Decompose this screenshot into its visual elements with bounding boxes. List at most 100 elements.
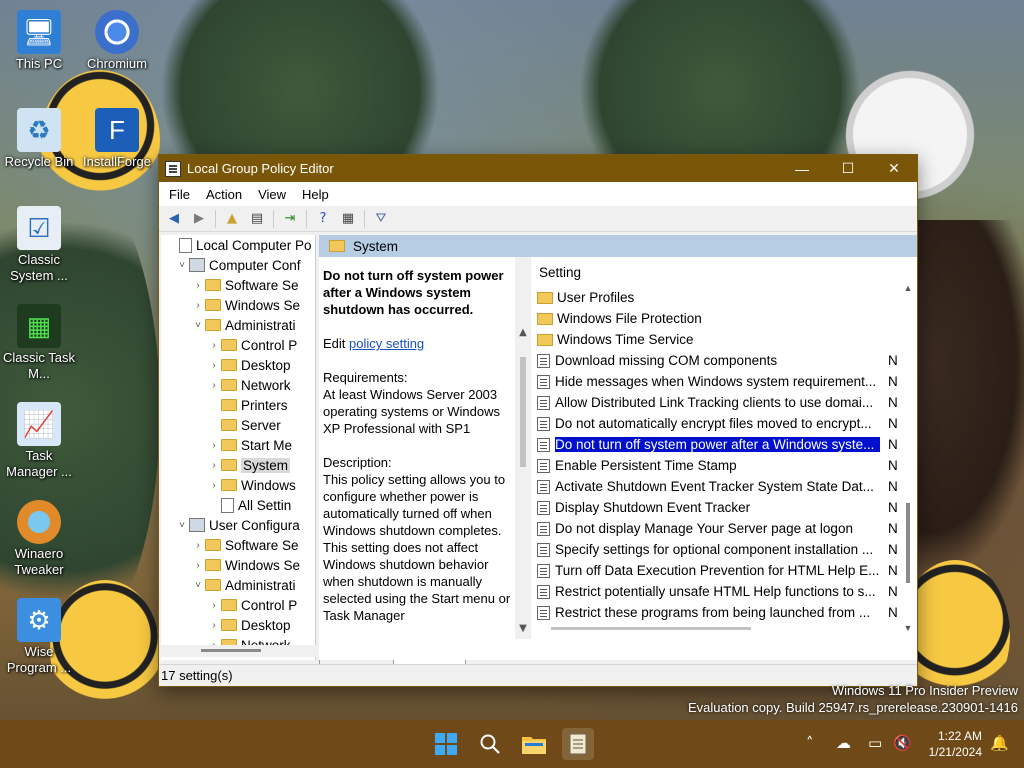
- tree-node[interactable]: ˅ Administrati: [161, 575, 315, 595]
- chevron-right-icon[interactable]: ›: [191, 280, 205, 291]
- chevron-right-icon[interactable]: ›: [207, 380, 221, 391]
- edit-policy-link[interactable]: policy setting: [349, 336, 424, 351]
- list-item[interactable]: Do not turn off system power after a Win…: [535, 434, 917, 455]
- list-item[interactable]: Activate Shutdown Event Tracker System S…: [535, 476, 917, 497]
- chevron-up-icon[interactable]: ˄: [806, 734, 814, 752]
- tree-node[interactable]: › Windows: [161, 475, 315, 495]
- list-horizontal-scrollbar[interactable]: [551, 627, 751, 630]
- list-item[interactable]: Download missing COM components N: [535, 350, 917, 371]
- chevron-right-icon[interactable]: ›: [191, 560, 205, 571]
- properties-icon[interactable]: ▦: [337, 209, 359, 229]
- list-item[interactable]: Windows File Protection: [535, 308, 917, 329]
- scrollbar-thumb[interactable]: [201, 649, 261, 652]
- list-item[interactable]: Restrict these programs from being launc…: [535, 602, 917, 623]
- tree-node[interactable]: › Desktop: [161, 355, 315, 375]
- close-button[interactable]: ✕: [871, 155, 917, 182]
- list-item[interactable]: Allow Distributed Link Tracking clients …: [535, 392, 917, 413]
- minimize-button[interactable]: —: [779, 155, 825, 182]
- tree-node[interactable]: › Control P: [161, 595, 315, 615]
- chevron-down-icon[interactable]: ˅: [175, 260, 189, 271]
- list-item[interactable]: Turn off Data Execution Prevention for H…: [535, 560, 917, 581]
- list-item[interactable]: Windows Time Service: [535, 329, 917, 350]
- menu-action[interactable]: Action: [198, 187, 250, 202]
- description-scrollbar[interactable]: ▲ ▼: [515, 257, 531, 639]
- chevron-right-icon[interactable]: ›: [191, 300, 205, 311]
- back-arrow-icon[interactable]: ◀: [163, 209, 185, 229]
- scroll-down-icon[interactable]: ▼: [901, 623, 915, 639]
- file-explorer-button[interactable]: [518, 728, 550, 760]
- menu-help[interactable]: Help: [294, 187, 337, 202]
- chevron-right-icon[interactable]: ›: [207, 360, 221, 371]
- tree-node[interactable]: › System: [161, 455, 315, 475]
- desktop-icon-classic-system[interactable]: ☑ Classic System ...: [1, 206, 77, 284]
- chevron-right-icon[interactable]: ›: [207, 600, 221, 611]
- scrollbar-thumb[interactable]: [906, 503, 910, 583]
- tree-node[interactable]: › Software Se: [161, 275, 315, 295]
- scrollbar-thumb[interactable]: [520, 357, 526, 467]
- list-item[interactable]: Specify settings for optional component …: [535, 539, 917, 560]
- tree-node[interactable]: › Software Se: [161, 535, 315, 555]
- list-vertical-scrollbar[interactable]: ▲ ▼: [901, 283, 915, 639]
- desktop-icon-installforge[interactable]: F InstallForge: [79, 108, 155, 170]
- chevron-right-icon[interactable]: ›: [207, 440, 221, 451]
- scroll-up-icon[interactable]: ▲: [901, 283, 915, 299]
- tree-node[interactable]: › Network: [161, 375, 315, 395]
- desktop-icon-recycle-bin[interactable]: ♻ Recycle Bin: [1, 108, 77, 170]
- tree-node[interactable]: › Desktop: [161, 615, 315, 635]
- notification-bell-icon[interactable]: 🔔: [990, 734, 1009, 752]
- list-item[interactable]: User Profiles: [535, 287, 917, 308]
- tree-node[interactable]: Printers: [161, 395, 315, 415]
- tree-horizontal-scrollbar[interactable]: [161, 645, 316, 657]
- desktop-icon-this-pc[interactable]: 🖥 This PC: [1, 10, 77, 72]
- filter-icon[interactable]: ⛛: [370, 209, 392, 229]
- tree-node[interactable]: › Control P: [161, 335, 315, 355]
- desktop-icon-classic-task-manager[interactable]: ▦ Classic Task M...: [1, 304, 77, 382]
- policy-editor-taskbar-button[interactable]: [562, 728, 594, 760]
- volume-muted-icon[interactable]: 🔇: [893, 734, 912, 752]
- tree-node[interactable]: All Settin: [161, 495, 315, 515]
- start-button[interactable]: [430, 728, 462, 760]
- tree-node[interactable]: ˅ Administrati: [161, 315, 315, 335]
- menu-view[interactable]: View: [250, 187, 294, 202]
- desktop-icon-winaero-tweaker[interactable]: Winaero Tweaker: [1, 500, 77, 578]
- list-item[interactable]: Display Shutdown Event Tracker N: [535, 497, 917, 518]
- desktop-icon-wise-program[interactable]: ⚙ Wise Program ...: [1, 598, 77, 676]
- list-item[interactable]: Do not display Manage Your Server page a…: [535, 518, 917, 539]
- list-item[interactable]: Hide messages when Windows system requir…: [535, 371, 917, 392]
- chevron-right-icon[interactable]: ›: [191, 540, 205, 551]
- chevron-right-icon[interactable]: ›: [207, 340, 221, 351]
- scroll-down-icon[interactable]: ▼: [515, 623, 531, 639]
- tree-node[interactable]: › Windows Se: [161, 555, 315, 575]
- menu-file[interactable]: File: [161, 187, 198, 202]
- tree-node[interactable]: › Windows Se: [161, 295, 315, 315]
- desktop-icon-task-manager[interactable]: 📈 Task Manager ...: [1, 402, 77, 480]
- search-button[interactable]: [474, 728, 506, 760]
- show-hide-tree-icon[interactable]: ▤: [246, 209, 268, 229]
- forward-arrow-icon[interactable]: ▶: [188, 209, 210, 229]
- tree-node[interactable]: Local Computer Po: [161, 235, 315, 255]
- tree-node[interactable]: ˅ User Configura: [161, 515, 315, 535]
- list-item[interactable]: Do not automatically encrypt files moved…: [535, 413, 917, 434]
- up-folder-icon[interactable]: ▲: [221, 209, 243, 229]
- export-list-icon[interactable]: ⇥: [279, 209, 301, 229]
- title-bar[interactable]: Local Group Policy Editor — ☐ ✕: [159, 155, 917, 182]
- chevron-down-icon[interactable]: ˅: [191, 580, 205, 591]
- chevron-down-icon[interactable]: ˅: [175, 520, 189, 531]
- desktop-icon-chromium[interactable]: Chromium: [79, 10, 155, 72]
- chevron-right-icon[interactable]: ›: [207, 460, 221, 471]
- chevron-right-icon[interactable]: ›: [207, 480, 221, 491]
- cloud-offline-icon[interactable]: ☁: [836, 734, 851, 752]
- help-icon[interactable]: ?: [312, 209, 334, 229]
- tree-node[interactable]: › Start Me: [161, 435, 315, 455]
- list-item[interactable]: Enable Persistent Time Stamp N: [535, 455, 917, 476]
- chevron-right-icon[interactable]: ›: [207, 620, 221, 631]
- system-clock[interactable]: 1:22 AM 1/21/2024: [929, 728, 982, 760]
- maximize-button[interactable]: ☐: [825, 155, 871, 182]
- column-header-setting[interactable]: Setting: [535, 257, 917, 287]
- scroll-up-icon[interactable]: ▲: [515, 327, 531, 343]
- list-item[interactable]: Restrict potentially unsafe HTML Help fu…: [535, 581, 917, 602]
- network-icon[interactable]: ▭: [868, 734, 882, 752]
- chevron-down-icon[interactable]: ˅: [191, 320, 205, 331]
- tree-node[interactable]: ˅ Computer Conf: [161, 255, 315, 275]
- tree-node[interactable]: Server: [161, 415, 315, 435]
